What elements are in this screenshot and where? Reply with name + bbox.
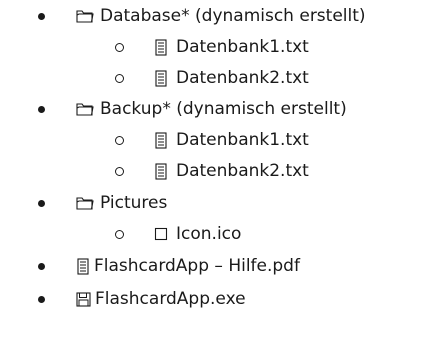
sub-bullet-marker [115, 43, 124, 52]
tree-item-backup-datenbank2: Datenbank2.txt [0, 157, 430, 185]
text-file-icon [152, 162, 170, 180]
tree-item-label: Datenbank1.txt [176, 37, 309, 57]
sub-bullet-marker [115, 167, 124, 176]
folder-icon [76, 194, 94, 212]
bullet-marker [38, 263, 45, 270]
tree-item-label: Datenbank1.txt [176, 130, 309, 150]
tree-item-label: Datenbank2.txt [176, 161, 309, 181]
sub-bullet-marker [115, 230, 124, 239]
tree-item-pictures: Pictures [0, 189, 430, 217]
text-file-icon [76, 257, 90, 275]
bullet-marker [38, 200, 45, 207]
tree-item-label: Datenbank2.txt [176, 68, 309, 88]
tree-item-backup: Backup* (dynamisch erstellt) [0, 95, 430, 123]
tree-item-hilfe-pdf: FlashcardApp – Hilfe.pdf [0, 252, 430, 280]
folder-icon [76, 7, 94, 25]
tree-item-datenbank2: Datenbank2.txt [0, 64, 430, 92]
tree-item-icon-ico: Icon.ico [0, 220, 430, 248]
sub-bullet-marker [115, 74, 124, 83]
tree-item-flashcardapp-exe: FlashcardApp.exe [0, 285, 430, 313]
bullet-marker [38, 296, 45, 303]
tree-item-label: FlashcardApp.exe [95, 289, 246, 309]
tree-item-backup-datenbank1: Datenbank1.txt [0, 126, 430, 154]
text-file-icon [152, 38, 170, 56]
text-file-icon [152, 131, 170, 149]
tree-item-label: Backup* (dynamisch erstellt) [100, 99, 347, 119]
floppy-disk-icon [76, 290, 91, 308]
tree-item-label: Pictures [100, 193, 168, 213]
bullet-marker [38, 106, 45, 113]
sub-bullet-marker [115, 136, 124, 145]
empty-square-icon [152, 225, 170, 243]
text-file-icon [152, 69, 170, 87]
tree-item-label: FlashcardApp – Hilfe.pdf [94, 256, 300, 276]
folder-icon [76, 100, 94, 118]
tree-item-database: Database* (dynamisch erstellt) [0, 2, 430, 30]
tree-item-label: Icon.ico [176, 224, 242, 244]
tree-item-label: Database* (dynamisch erstellt) [100, 6, 366, 26]
file-tree: Database* (dynamisch erstellt) Datenbank… [0, 0, 430, 356]
bullet-marker [38, 13, 45, 20]
tree-item-datenbank1: Datenbank1.txt [0, 33, 430, 61]
